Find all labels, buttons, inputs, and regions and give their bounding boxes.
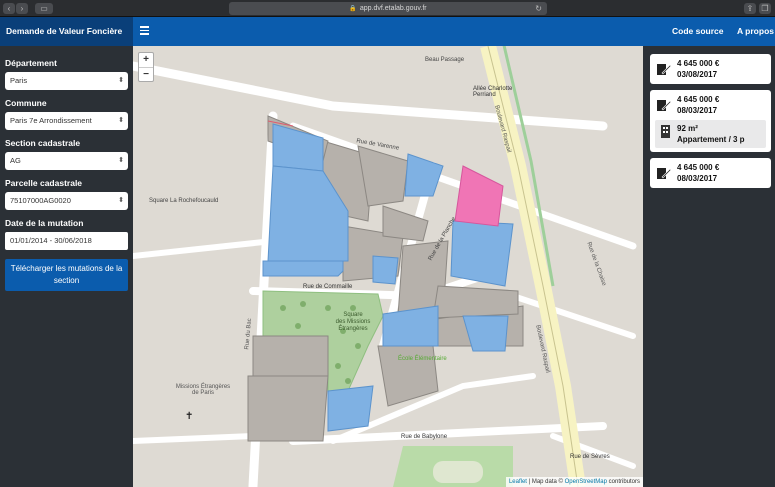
back-button[interactable]: ‹ <box>3 3 15 14</box>
poi-label: École Élémentaire <box>398 356 447 362</box>
mutation-date: 08/03/2017 <box>677 174 718 183</box>
date-range-input[interactable]: 01/01/2014 - 30/06/2018 <box>5 232 128 250</box>
url-bar[interactable]: 🔒 app.dvf.etalab.gouv.fr ↻ <box>229 2 547 15</box>
departement-label: Département <box>5 58 57 68</box>
sidebar: Département Paris ⬍ Commune Paris 7e Arro… <box>0 46 133 487</box>
mutations-panel: 4 645 000 € 03/08/2017 4 645 000 € 08/03/2… <box>643 46 775 487</box>
mutation-detail[interactable]: 92 m² Appartement / 3 p <box>655 120 766 148</box>
mutation-price: 4 645 000 € <box>677 95 720 104</box>
attribution-end: contributors <box>606 479 640 485</box>
mutation-card[interactable]: 4 645 000 € 03/08/2017 <box>650 54 771 84</box>
park-label-line: des Missions <box>335 319 371 325</box>
app-header: Demande de Valeur Foncière Code source A… <box>0 17 775 46</box>
url-text: app.dvf.etalab.gouv.fr <box>359 5 427 12</box>
park-label-line: Square <box>343 312 363 318</box>
sidebar-toggle-button[interactable]: ▭ <box>35 3 53 14</box>
contract-sign-icon <box>657 64 672 75</box>
mutation-date: 08/03/2017 <box>677 106 718 115</box>
lock-icon: 🔒 <box>349 6 357 12</box>
park-label: Square des Missions Étrangères <box>328 312 378 333</box>
departement-select[interactable]: Paris ⬍ <box>5 72 128 90</box>
select-caret-icon: ⬍ <box>118 77 124 84</box>
contract-sign-icon <box>657 168 672 179</box>
attribution-text: | Map data © <box>526 479 565 485</box>
mutation-card[interactable]: 4 645 000 € 08/03/2017 92 m² Appartement /… <box>650 90 771 152</box>
select-caret-icon: ⬍ <box>118 117 124 124</box>
nav-about[interactable]: A propos <box>737 17 774 46</box>
poi-label: Missions Étrangères de Paris <box>175 384 231 396</box>
map-attribution: Leaflet | Map data © OpenStreetMap contr… <box>505 477 643 487</box>
zoom-in-button[interactable]: + <box>139 53 153 67</box>
date-label: Date de la mutation <box>5 218 84 228</box>
reload-icon[interactable]: ↻ <box>535 2 542 15</box>
park-label-line: Étrangères <box>338 326 368 332</box>
parcelle-value: 75107000AG0020 <box>10 196 71 205</box>
detail-area: 92 m² <box>677 124 698 133</box>
map-view[interactable]: Rue de Varenne Beau Passage Allée Charlo… <box>133 46 643 487</box>
parcelle-label: Parcelle cadastrale <box>5 178 83 188</box>
section-value: AG <box>10 156 21 165</box>
street-label: Square La Rochefoucauld <box>149 198 219 204</box>
zoom-control: + − <box>138 52 154 82</box>
forward-button[interactable]: › <box>16 3 28 14</box>
mutation-price: 4 645 000 € <box>677 163 720 172</box>
commune-label: Commune <box>5 98 47 108</box>
detail-type: Appartement / 3 p <box>677 135 745 144</box>
browser-chrome: ‹ › ▭ 🔒 app.dvf.etalab.gouv.fr ↻ ⇪ ❐ <box>0 0 775 17</box>
section-label: Section cadastrale <box>5 138 81 148</box>
commune-select[interactable]: Paris 7e Arrondissement ⬍ <box>5 112 128 130</box>
share-button[interactable]: ⇪ <box>744 3 756 14</box>
osm-link[interactable]: OpenStreetMap <box>565 479 607 485</box>
mutation-date: 03/08/2017 <box>677 70 718 79</box>
contract-sign-icon <box>657 100 672 111</box>
church-icon: ✝ <box>185 411 194 422</box>
section-select[interactable]: AG ⬍ <box>5 152 128 170</box>
mutation-price: 4 645 000 € <box>677 59 720 68</box>
commune-value: Paris 7e Arrondissement <box>10 116 92 125</box>
street-label: Rue de Babylone <box>401 434 448 440</box>
street-label: Allée Charlotte Perriand <box>473 86 513 98</box>
street-label: Rue de Sèvres <box>570 454 610 460</box>
street-label: Beau Passage <box>425 57 465 63</box>
app-title[interactable]: Demande de Valeur Foncière <box>0 17 133 46</box>
nav-code-source[interactable]: Code source <box>672 17 724 46</box>
leaflet-link[interactable]: Leaflet <box>509 479 527 485</box>
menu-icon[interactable] <box>140 26 149 35</box>
tabs-button[interactable]: ❐ <box>759 3 771 14</box>
download-mutations-button[interactable]: Télécharger les mutations de la section <box>5 259 128 291</box>
mutation-card[interactable]: 4 645 000 € 08/03/2017 <box>650 158 771 188</box>
building-icon <box>661 125 670 138</box>
parcelle-select[interactable]: 75107000AG0020 ⬍ <box>5 192 128 210</box>
select-caret-icon: ⬍ <box>118 197 124 204</box>
zoom-out-button[interactable]: − <box>139 67 153 81</box>
map-canvas[interactable] <box>133 46 643 487</box>
select-caret-icon: ⬍ <box>118 157 124 164</box>
street-label: Rue de Commaille <box>303 284 353 290</box>
departement-value: Paris <box>10 76 28 85</box>
